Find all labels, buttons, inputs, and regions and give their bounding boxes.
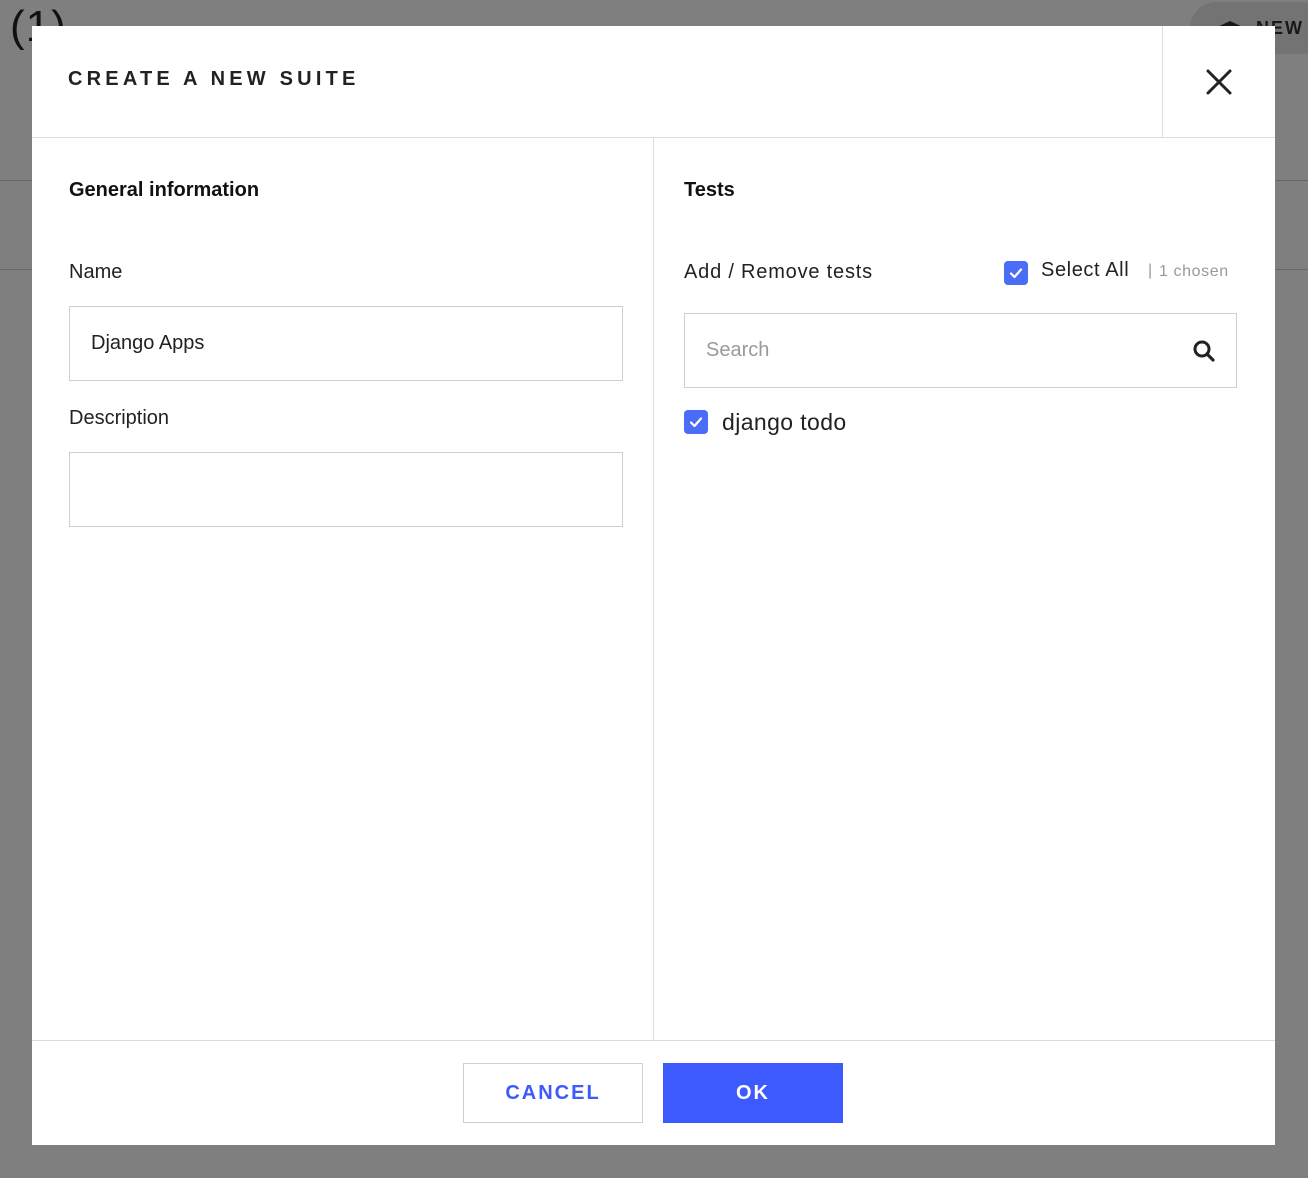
ok-button[interactable]: OK <box>663 1063 843 1123</box>
close-icon <box>1206 69 1232 94</box>
tests-title: Tests <box>684 179 735 201</box>
chosen-separator: | <box>1148 262 1153 279</box>
create-suite-modal: CREATE A NEW SUITE General information N… <box>32 26 1275 1145</box>
modal-title: CREATE A NEW SUITE <box>68 68 360 90</box>
add-remove-tests-label: Add / Remove tests <box>684 261 873 283</box>
name-input[interactable] <box>69 306 623 381</box>
general-information-title: General information <box>69 179 260 201</box>
test-item-checkbox[interactable] <box>684 410 708 434</box>
select-all-label[interactable]: Select All <box>1041 259 1129 282</box>
modal-header: CREATE A NEW SUITE <box>32 26 1275 138</box>
chosen-count: 1 chosen <box>1159 263 1229 280</box>
test-item-label[interactable]: django todo <box>722 409 847 436</box>
column-divider <box>653 138 654 1040</box>
test-search-box <box>684 313 1237 388</box>
description-label: Description <box>69 407 170 429</box>
description-input[interactable] <box>69 452 623 527</box>
search-icon[interactable] <box>1192 339 1216 363</box>
test-search-input[interactable] <box>685 314 1175 387</box>
name-label: Name <box>69 261 123 283</box>
select-all-checkbox[interactable] <box>1004 261 1028 285</box>
checkmark-icon <box>1009 268 1023 279</box>
cancel-button[interactable]: CANCEL <box>463 1063 643 1123</box>
modal-footer <box>32 1040 1275 1145</box>
checkmark-icon <box>689 417 703 428</box>
close-button[interactable] <box>1162 26 1275 137</box>
